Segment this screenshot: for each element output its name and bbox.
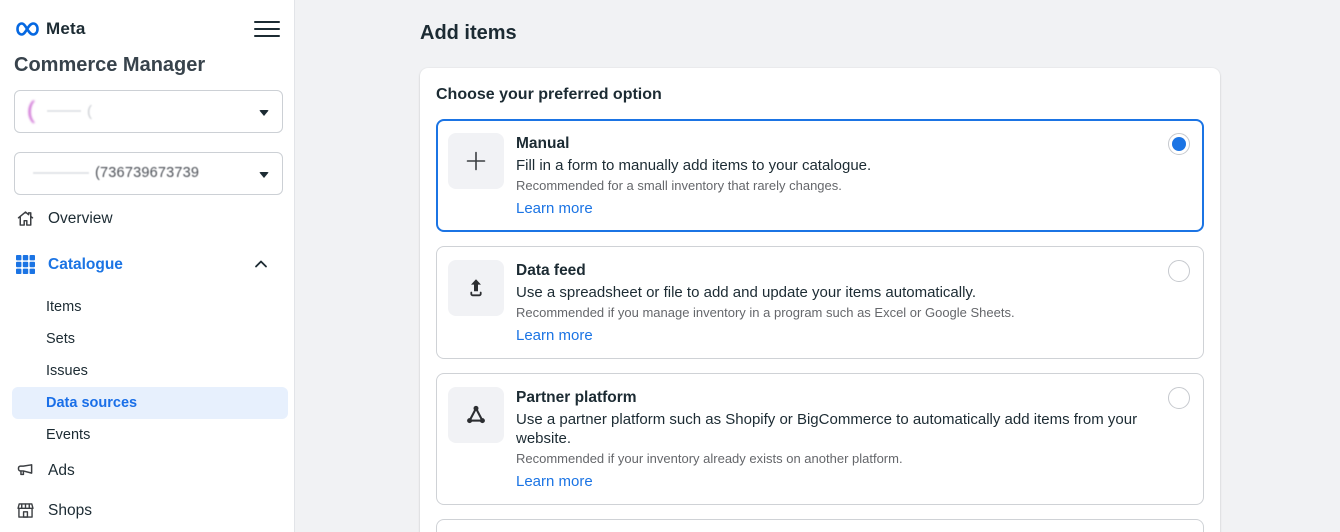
sidebar-item-events[interactable]: Events: [12, 419, 288, 451]
sidebar-item-label: Overview: [48, 210, 113, 228]
brand-name: Meta: [46, 19, 86, 39]
catalogue-sub-menu: Items Sets Issues Data sources Events: [14, 291, 294, 451]
chevron-up-icon[interactable]: [254, 256, 268, 274]
chevron-down-icon: [259, 172, 269, 178]
chevron-down-icon: [259, 110, 269, 116]
learn-more-link[interactable]: Learn more: [516, 327, 593, 344]
upload-icon: [448, 260, 504, 316]
meta-logo[interactable]: Meta: [14, 19, 86, 39]
learn-more-link[interactable]: Learn more: [516, 473, 593, 490]
sidebar-item-catalogue[interactable]: Catalogue: [14, 247, 294, 283]
app-title: Commerce Manager: [14, 54, 294, 77]
sidebar-item-shops[interactable]: Shops: [14, 493, 294, 529]
main-content: Add items Choose your preferred option M…: [295, 0, 1340, 532]
commerce-manager-app: { "brand": { "name": "Meta" }, "sidebar"…: [0, 0, 1340, 532]
option-description: Fill in a form to manually add items to …: [516, 156, 871, 175]
catalogue-id-text: (736739673739: [95, 165, 199, 181]
sidebar-item-data-sources[interactable]: Data sources: [12, 387, 288, 419]
option-title: Manual: [516, 134, 871, 153]
redacted-business-name: (: [87, 103, 92, 120]
options-card: Choose your preferred option Manual Fill…: [420, 68, 1220, 532]
sidebar-item-label: Ads: [48, 462, 75, 480]
option-description: Use a partner platform such as Shopify o…: [516, 410, 1190, 448]
option-title: Data feed: [516, 261, 1015, 280]
hamburger-menu-icon[interactable]: [254, 14, 280, 44]
storefront-icon: [14, 500, 36, 522]
meta-infinity-icon: [14, 20, 41, 38]
catalogue-selector-dropdown[interactable]: (736739673739: [14, 152, 283, 195]
brand-row: Meta: [14, 0, 294, 44]
option-data-feed[interactable]: Data feed Use a spreadsheet or file to a…: [436, 246, 1204, 359]
sidebar-item-label: Shops: [48, 502, 92, 520]
radio-partner-platform[interactable]: [1168, 387, 1190, 409]
redacted-avatar: (: [27, 97, 35, 125]
option-recommendation: Recommended if you manage inventory in a…: [516, 305, 1015, 321]
option-partner-platform[interactable]: Partner platform Use a partner platform …: [436, 373, 1204, 505]
option-title: Partner platform: [516, 388, 1190, 407]
learn-more-link[interactable]: Learn more: [516, 200, 593, 217]
sidebar-item-ads[interactable]: Ads: [14, 453, 294, 489]
sidebar-item-overview[interactable]: Overview: [14, 201, 294, 237]
option-recommendation: Recommended for a small inventory that r…: [516, 178, 871, 194]
partner-network-icon: [448, 387, 504, 443]
section-title: Choose your preferred option: [436, 86, 1204, 104]
page-title: Add items: [420, 22, 1340, 45]
business-selector-dropdown[interactable]: ( (: [14, 90, 283, 133]
megaphone-icon: [14, 460, 36, 482]
plus-icon: [448, 133, 504, 189]
sidebar-nav: Overview Catalogue Items: [14, 201, 294, 529]
sidebar-item-label: Catalogue: [48, 256, 123, 274]
grid-icon: [14, 254, 36, 276]
option-manual[interactable]: Manual Fill in a form to manually add it…: [436, 119, 1204, 232]
option-recommendation: Recommended if your inventory already ex…: [516, 451, 1190, 467]
radio-data-feed[interactable]: [1168, 260, 1190, 282]
sidebar-item-issues[interactable]: Issues: [12, 355, 288, 387]
sidebar-item-sets[interactable]: Sets: [12, 323, 288, 355]
option-pixel[interactable]: </> Pixel Use your Facebook pixel to aut…: [436, 519, 1204, 532]
home-icon: [14, 208, 36, 230]
sidebar: Meta Commerce Manager ( ( (736739673739 …: [0, 0, 295, 532]
radio-manual[interactable]: [1168, 133, 1190, 155]
sidebar-item-items[interactable]: Items: [12, 291, 288, 323]
option-description: Use a spreadsheet or file to add and upd…: [516, 283, 1015, 302]
